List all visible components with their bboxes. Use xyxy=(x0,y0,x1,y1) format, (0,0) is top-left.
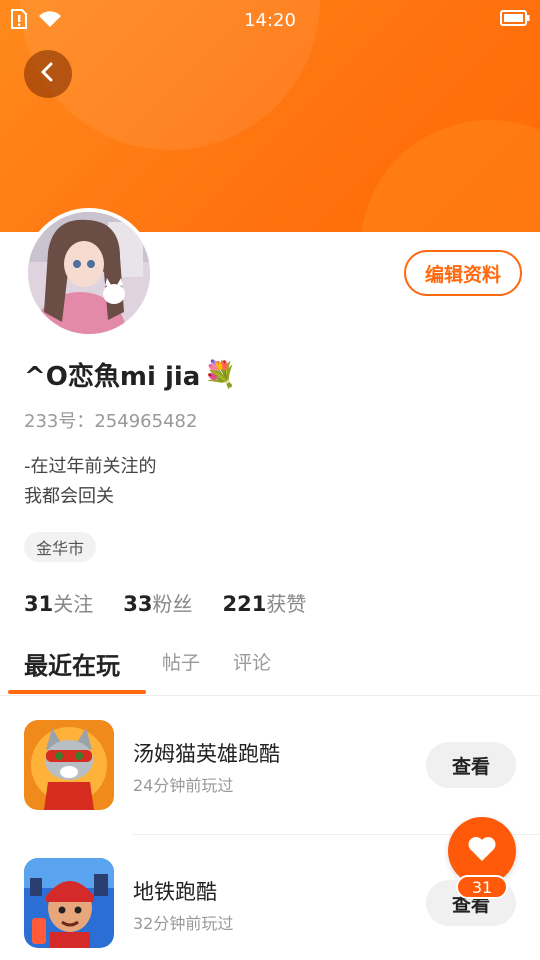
username-text: ^O恋魚mi jia xyxy=(24,362,201,392)
game-title: 地铁跑酷 xyxy=(133,880,217,904)
heart-icon xyxy=(467,835,497,867)
bouquet-emoji: 💐 xyxy=(204,359,237,390)
status-bar: 14:20 xyxy=(0,0,540,40)
stat-num: 33 xyxy=(123,592,153,616)
bio-line: 我都会回关 xyxy=(24,486,114,507)
status-time: 14:20 xyxy=(244,10,296,31)
stat-label: 粉丝 xyxy=(152,592,193,616)
tab-posts[interactable]: 帖子 xyxy=(162,648,200,675)
bio-line: -在过年前关注的 xyxy=(24,456,157,477)
stat-label: 获赞 xyxy=(266,592,307,616)
edit-profile-button[interactable]: 编辑资料 xyxy=(404,250,522,296)
chevron-left-icon xyxy=(37,61,59,87)
list-item[interactable]: 汤姆猫英雄跑酷 24分钟前玩过 查看 xyxy=(0,710,540,830)
username: ^O恋魚mi jia 💐 xyxy=(24,356,237,393)
stat-likes[interactable]: 221 获赞 xyxy=(222,588,306,617)
like-count-badge: 31 xyxy=(456,875,508,899)
tab-indicator xyxy=(8,690,146,694)
game-title: 汤姆猫英雄跑酷 xyxy=(133,742,280,766)
tab-comments[interactable]: 评论 xyxy=(233,648,271,675)
game-last-played: 24分钟前玩过 xyxy=(133,776,234,795)
stat-label: 关注 xyxy=(53,592,94,616)
tab-recently-played[interactable]: 最近在玩 xyxy=(24,646,120,681)
user-id: 233号：254965482 xyxy=(24,411,198,432)
game-icon-talking-tom xyxy=(24,720,114,810)
location-tag: 金华市 xyxy=(24,532,97,562)
game-icon-subway-surfers xyxy=(24,858,114,948)
avatar[interactable] xyxy=(24,208,154,338)
game-last-played: 32分钟前玩过 xyxy=(133,914,234,933)
stat-num: 221 xyxy=(222,592,267,616)
bio: -在过年前关注的 我都会回关 xyxy=(24,452,157,512)
battery-icon xyxy=(500,10,530,31)
stat-num: 31 xyxy=(24,592,54,616)
stat-following[interactable]: 31 关注 xyxy=(24,588,93,617)
view-button[interactable]: 查看 xyxy=(426,742,516,788)
back-button[interactable] xyxy=(24,50,72,98)
stat-followers[interactable]: 33 粉丝 xyxy=(123,588,192,617)
tab-bar: 最近在玩 帖子 评论 xyxy=(0,640,540,696)
profile-stats: 31 关注 33 粉丝 221 获赞 xyxy=(24,588,306,617)
